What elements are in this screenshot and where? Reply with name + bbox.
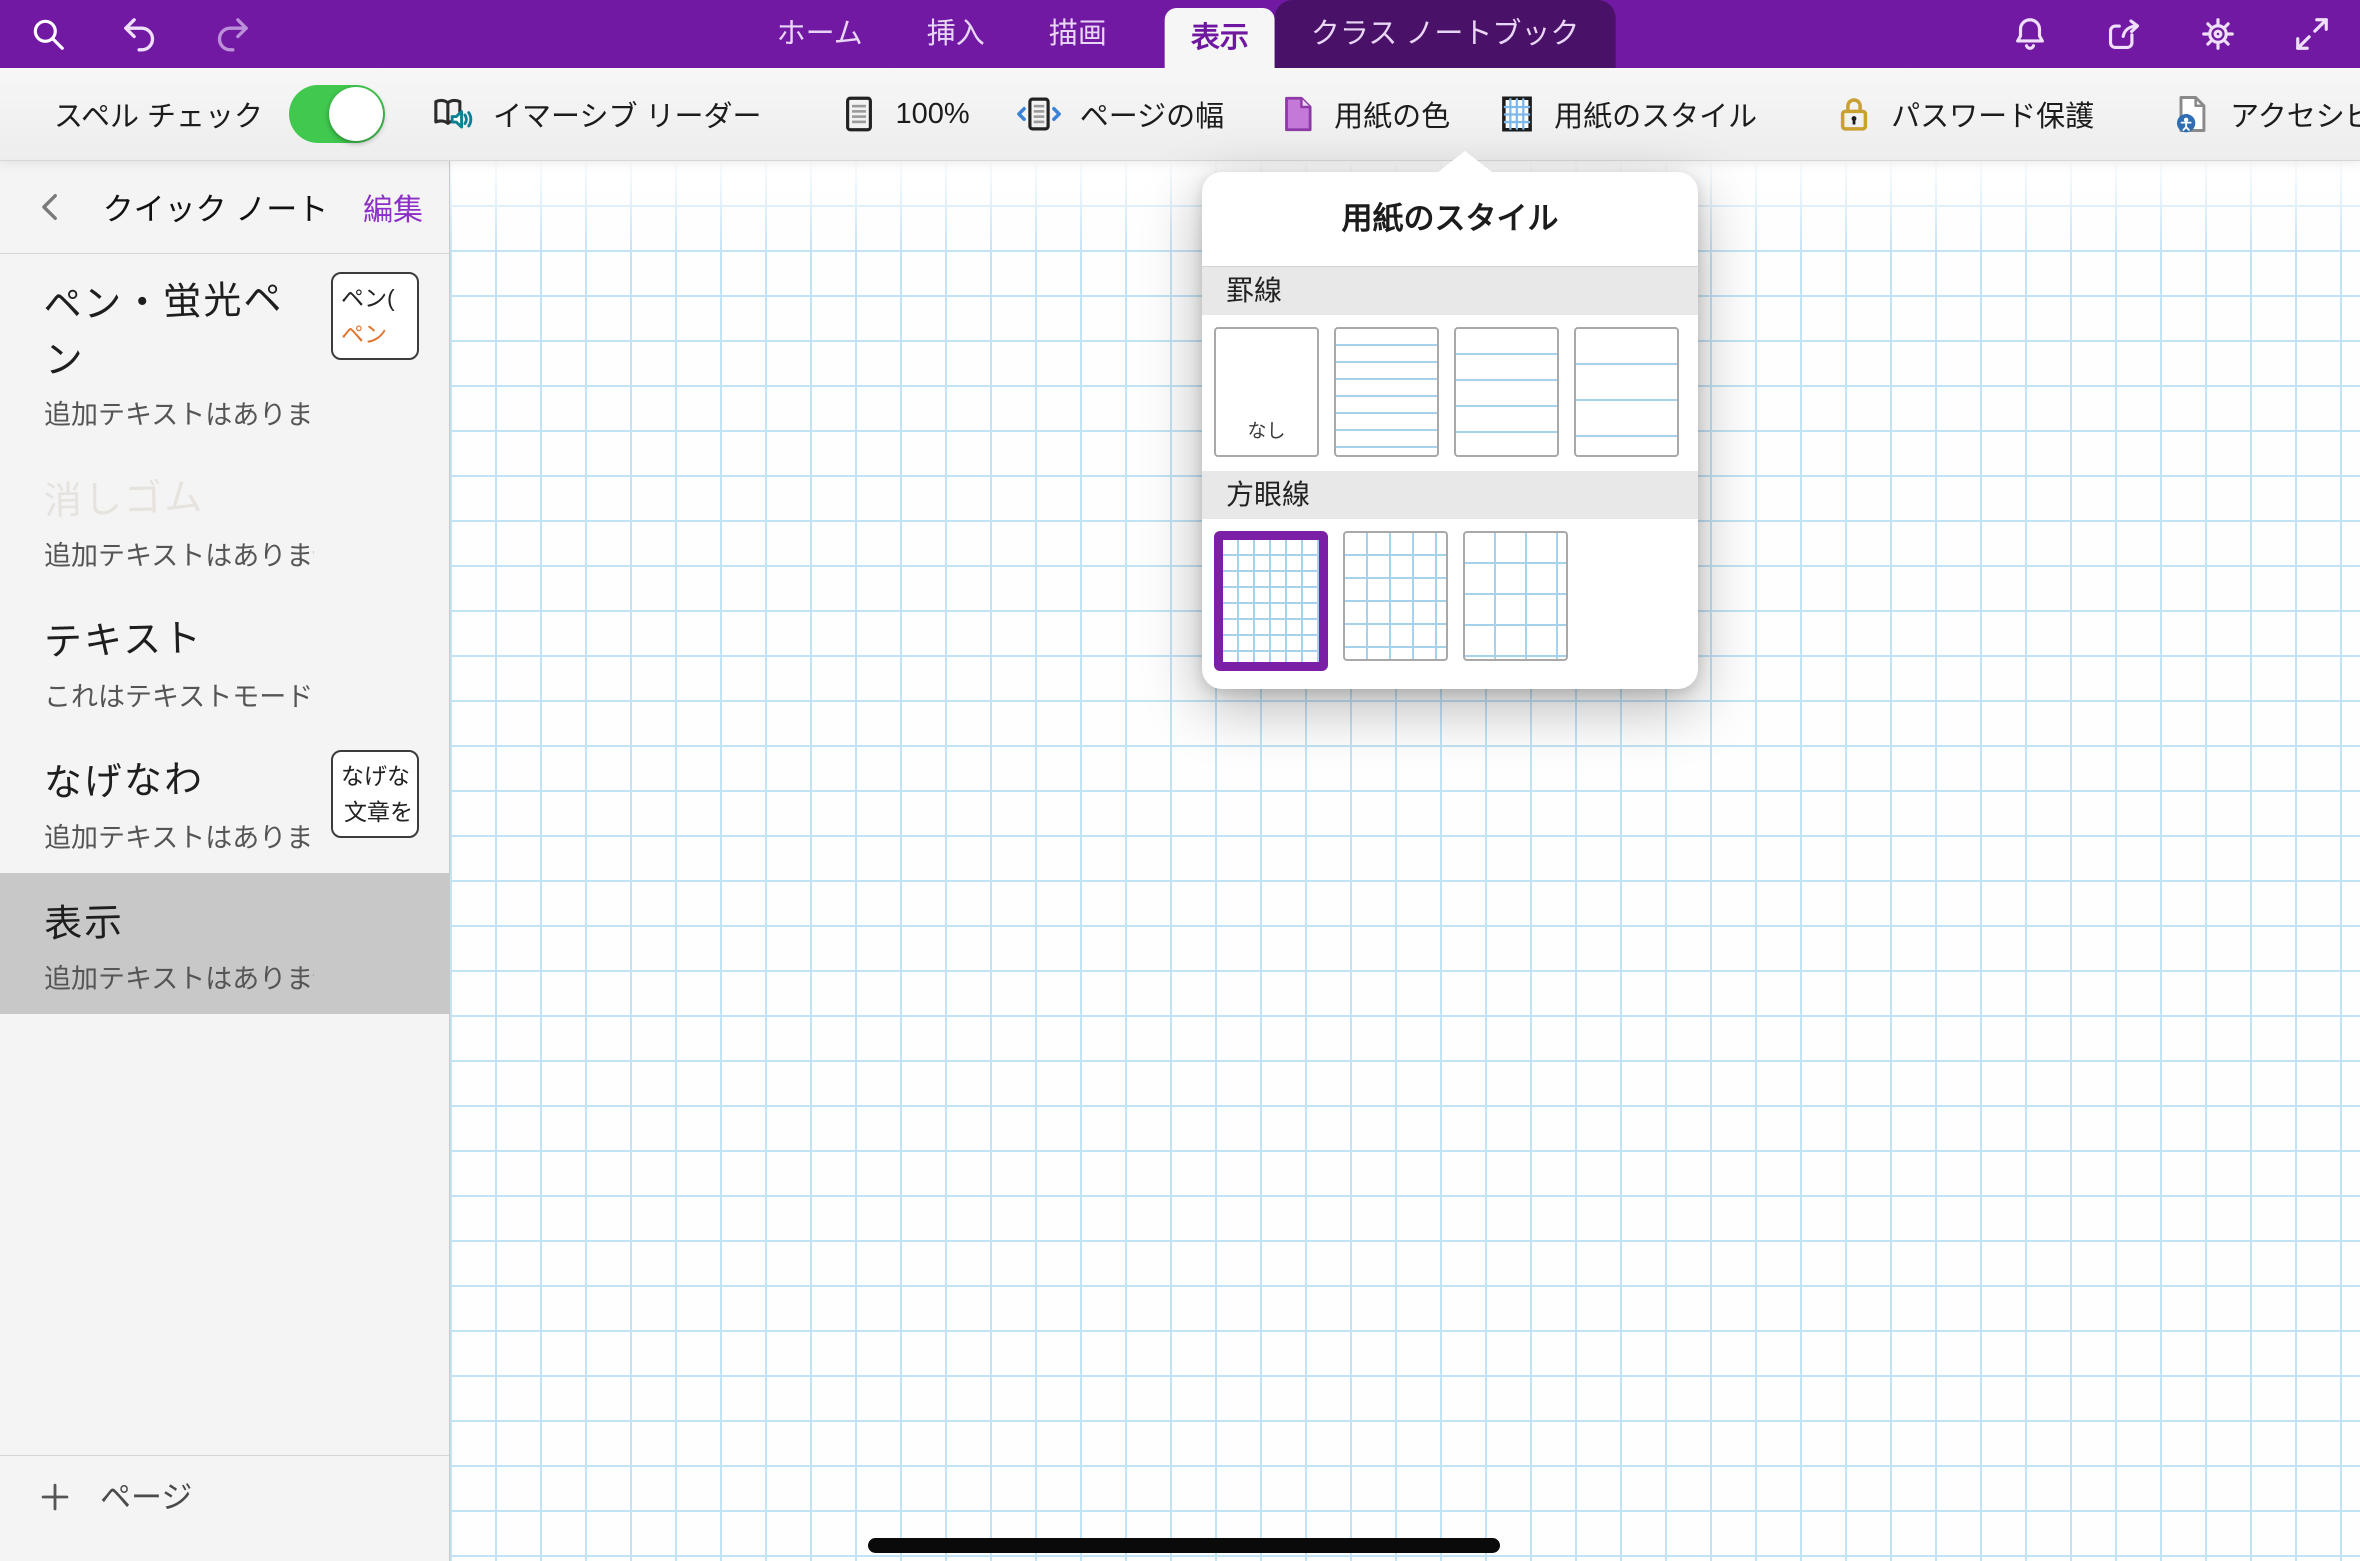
paper-option-grid-small[interactable] xyxy=(1214,531,1328,671)
undo-button[interactable] xyxy=(118,4,162,64)
password-protect-button[interactable]: パスワード保護 xyxy=(1833,93,2094,135)
undo-icon xyxy=(120,14,160,54)
search-icon xyxy=(29,15,67,53)
thumbnail-ink-line: ペン( xyxy=(341,280,413,316)
page-width-label: ページの幅 xyxy=(1080,93,1224,135)
topbar-left-icons xyxy=(26,0,254,68)
page-item-text[interactable]: テキスト これはテキストモードで入力し… xyxy=(0,591,449,732)
password-protect-label: パスワード保護 xyxy=(1891,93,2094,135)
section-label-ruled-lines: 罫線 xyxy=(1202,267,1698,315)
accessibility-check-button[interactable]: アクセシビリティ チェック xyxy=(2170,92,2360,136)
page-item-subtitle: 追加テキストはありません xyxy=(44,957,314,996)
tab-class-notebook[interactable]: クラス ノートブック xyxy=(1275,0,1615,68)
ruled-line-options: なし xyxy=(1202,315,1698,471)
spell-check-toggle[interactable] xyxy=(289,85,385,143)
redo-icon xyxy=(212,14,252,54)
paper-style-popup: 用紙のスタイル 罫線 なし 方眼線 xyxy=(1202,172,1698,689)
page-width-button[interactable]: ページの幅 xyxy=(1014,93,1224,135)
page-item-subtitle: 追加テキストはありません xyxy=(44,534,314,573)
section-label-grid-lines: 方眼線 xyxy=(1202,471,1698,519)
sidebar-header: クイック ノート 編集 xyxy=(0,160,449,254)
top-app-bar: ホーム 挿入 描画 表示 クラス ノートブック xyxy=(0,0,2360,68)
share-icon xyxy=(2105,15,2143,53)
popup-arrow xyxy=(1438,151,1492,172)
notifications-button[interactable] xyxy=(2008,4,2052,64)
paper-color-button[interactable]: 用紙の色 xyxy=(1276,93,1450,135)
page-item-title: テキスト xyxy=(43,607,203,666)
accessibility-check-label: アクセシビリティ チェック xyxy=(2230,93,2360,135)
spell-check-label: スペル チェック xyxy=(54,93,263,135)
accessibility-check-icon xyxy=(2170,92,2214,136)
ribbon-tabs: ホーム 挿入 描画 表示 クラス ノートブック xyxy=(745,0,1616,68)
paper-option-lines-medium[interactable] xyxy=(1454,327,1559,457)
page-item-view[interactable]: 表示 追加テキストはありません xyxy=(0,873,449,1014)
paper-option-none-label: なし xyxy=(1216,416,1317,443)
bell-icon xyxy=(2011,15,2049,53)
gear-icon xyxy=(2199,15,2237,53)
paper-color-label: 用紙の色 xyxy=(1334,93,1450,135)
thumbnail-ink-line: なげな xyxy=(341,758,413,794)
popup-title: 用紙のスタイル xyxy=(1202,172,1698,267)
immersive-reader-icon xyxy=(429,92,477,136)
tab-home[interactable]: ホーム xyxy=(771,0,869,68)
page-item-pen-highlighter[interactable]: ペン・蛍光ペン 追加テキストはありま… ペン( ペン xyxy=(0,254,449,450)
add-page-button[interactable]: ページ xyxy=(0,1455,449,1561)
paper-style-button[interactable]: 用紙のスタイル xyxy=(1496,93,1757,135)
page-item-subtitle: 追加テキストはありま… xyxy=(44,393,314,432)
view-ribbon-toolbar: スペル チェック イマーシブ リーダー 100% ページの幅 用紙の色 用紙のス… xyxy=(0,68,2360,160)
paper-style-icon xyxy=(1496,93,1538,135)
page-item-title: 表示 xyxy=(43,891,124,948)
plus-icon xyxy=(36,1478,74,1516)
notebook-title: クイック ノート xyxy=(68,184,363,229)
tab-insert[interactable]: 挿入 xyxy=(921,0,991,68)
toggle-knob xyxy=(329,87,383,141)
tab-draw[interactable]: 描画 xyxy=(1043,0,1113,68)
paper-option-grid-medium[interactable] xyxy=(1343,531,1448,661)
share-button[interactable] xyxy=(2102,4,2146,64)
immersive-reader-button[interactable]: イマーシブ リーダー xyxy=(429,92,761,136)
paper-style-label: 用紙のスタイル xyxy=(1554,93,1757,135)
expand-icon xyxy=(2293,15,2331,53)
paper-option-lines-narrow[interactable] xyxy=(1334,327,1439,457)
paper-option-grid-large[interactable] xyxy=(1463,531,1568,661)
tab-view[interactable]: 表示 xyxy=(1165,8,1275,68)
zoom-level-button[interactable]: 100% xyxy=(838,93,970,135)
paper-option-lines-wide[interactable] xyxy=(1574,327,1679,457)
settings-button[interactable] xyxy=(2196,4,2240,64)
zoom-document-icon xyxy=(838,93,880,135)
back-button[interactable] xyxy=(34,190,68,224)
paper-color-icon xyxy=(1276,93,1318,135)
sidebar-item-list: ペン・蛍光ペン 追加テキストはありま… ペン( ペン 消しゴム 追加テキストはあ… xyxy=(0,254,449,1014)
page-thumbnail: ペン( ペン xyxy=(331,272,419,360)
page-item-subtitle: 追加テキストはありま… xyxy=(44,816,314,855)
page-item-lasso[interactable]: なげなわ 追加テキストはありま… なげな 文章を xyxy=(0,732,449,873)
edit-button[interactable]: 編集 xyxy=(363,185,423,229)
zoom-level-value: 100% xyxy=(896,98,970,131)
page-item-title: ペン・蛍光ペン xyxy=(43,267,316,384)
immersive-reader-label: イマーシブ リーダー xyxy=(493,93,761,135)
home-indicator[interactable] xyxy=(868,1538,1500,1553)
fullscreen-button[interactable] xyxy=(2290,4,2334,64)
page-item-eraser[interactable]: 消しゴム 追加テキストはありません xyxy=(0,450,449,591)
page-item-title: なげなわ xyxy=(43,748,204,807)
thumbnail-ink-line: 文章を xyxy=(341,794,413,830)
search-button[interactable] xyxy=(26,4,70,64)
redo-button[interactable] xyxy=(210,4,254,64)
add-page-label: ページ xyxy=(100,1478,192,1518)
grid-line-options xyxy=(1202,519,1698,689)
page-width-icon xyxy=(1014,93,1064,135)
paper-option-none[interactable]: なし xyxy=(1214,327,1319,457)
thumbnail-ink-line: ペン xyxy=(341,316,413,352)
topbar-right-icons xyxy=(2008,0,2334,68)
page-item-subtitle: これはテキストモードで入力し… xyxy=(44,675,314,714)
page-thumbnail: なげな 文章を xyxy=(331,750,419,838)
lock-icon xyxy=(1833,93,1875,135)
page-list-sidebar: クイック ノート 編集 ペン・蛍光ペン 追加テキストはありま… ペン( ペン 消… xyxy=(0,160,450,1561)
page-item-title: 消しゴム xyxy=(43,466,204,525)
